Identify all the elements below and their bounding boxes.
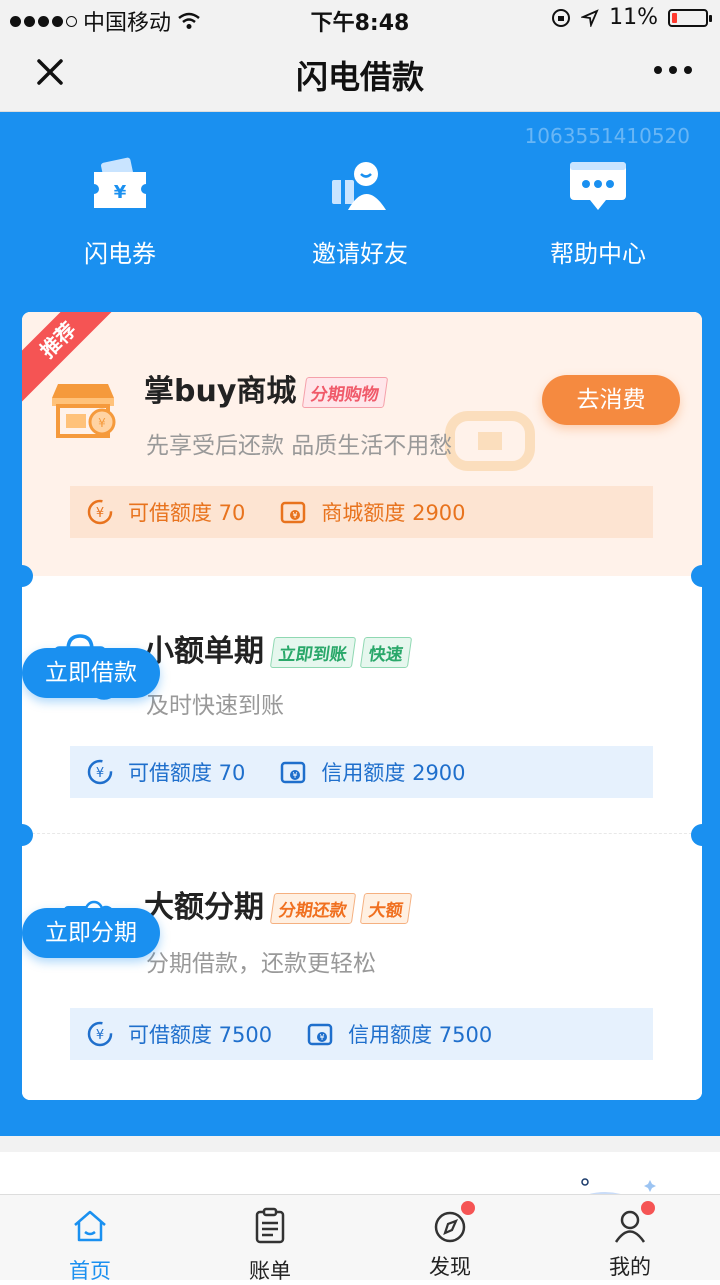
notification-dot xyxy=(461,1201,475,1215)
product-tag: 立即到账 xyxy=(269,637,357,668)
status-bar: 中国移动 下午8:48 11% xyxy=(0,0,720,36)
limit-item: ¥ 可借额度 7500 xyxy=(86,1019,272,1049)
yuan-cycle-icon: ¥ xyxy=(87,1021,113,1047)
bill-icon xyxy=(255,1207,285,1244)
product-tag: 快速 xyxy=(359,637,413,668)
limit-item: ¥ 可借额度 70 xyxy=(86,757,245,787)
tab-label: 我的 xyxy=(609,1255,651,1279)
navigation-bar: 闪电借款 xyxy=(0,36,720,112)
tab-home[interactable]: 首页 xyxy=(30,1207,150,1285)
product-large-installment: 大额分期 分期还款 大额 分期借款，还款更轻松 立即分期 ¥ 可借额度 7500 ¥… xyxy=(22,834,702,1100)
limit-item: ¥ 信用额度 7500 xyxy=(306,1019,492,1049)
card-notch xyxy=(11,565,33,587)
battery-icon xyxy=(668,8,712,27)
svg-text:¥: ¥ xyxy=(114,182,127,203)
yuan-cycle-icon: ¥ xyxy=(87,499,113,525)
location-icon xyxy=(581,8,599,27)
tab-mine[interactable]: 我的 xyxy=(570,1201,690,1281)
svg-text:¥: ¥ xyxy=(96,766,104,781)
product-tag: 分期购物 xyxy=(302,377,389,408)
svg-text:¥: ¥ xyxy=(293,511,298,520)
help-chat-icon xyxy=(570,162,626,210)
limit-strip: ¥ 可借额度 7500 ¥ 信用额度 7500 xyxy=(70,1008,653,1060)
tab-discover[interactable]: 发现 xyxy=(390,1201,510,1281)
svg-text:¥: ¥ xyxy=(320,1033,325,1042)
more-icon[interactable] xyxy=(654,66,692,74)
product-name: 掌buy商城 分期购物 xyxy=(144,366,389,410)
wallet-icon: ¥ xyxy=(307,1023,333,1046)
installment-now-button[interactable]: 立即分期 xyxy=(22,908,160,958)
product-tag: 分期还款 xyxy=(269,893,357,924)
tab-label: 首页 xyxy=(69,1259,111,1283)
svg-text:¥: ¥ xyxy=(96,1028,104,1043)
user-icon xyxy=(611,1201,655,1245)
borrow-now-button[interactable]: 立即借款 xyxy=(22,648,160,698)
watermark-logo xyxy=(445,411,535,471)
limit-strip: ¥ 可借额度 70 ¥ 商城额度 2900 xyxy=(70,486,653,538)
product-name: 小额单期 立即到账 快速 xyxy=(144,626,413,670)
product-tag: 大额 xyxy=(359,893,413,924)
consume-button[interactable]: 去消费 xyxy=(542,375,680,425)
compass-icon xyxy=(431,1201,475,1245)
limit-item: ¥ 可借额度 70 xyxy=(86,497,245,527)
page-title: 闪电借款 xyxy=(295,58,424,96)
notification-dot xyxy=(641,1201,655,1215)
product-desc: 先享受后还款 品质生活不用愁 xyxy=(146,433,453,459)
next-section-peek xyxy=(0,1136,720,1202)
svg-text:¥: ¥ xyxy=(96,506,104,521)
product-name: 大额分期 分期还款 大额 xyxy=(144,882,413,926)
limit-item: ¥ 信用额度 2900 xyxy=(279,757,466,787)
card-notch xyxy=(691,824,713,846)
home-icon xyxy=(74,1210,106,1242)
ticket-icon: ¥ xyxy=(94,157,146,208)
shortcut-label: 邀请好友 xyxy=(312,240,408,268)
card-notch xyxy=(691,565,713,587)
product-desc: 及时快速到账 xyxy=(146,693,284,719)
shortcut-label: 闪电券 xyxy=(84,240,156,268)
product-card: 推荐 ¥ 掌buy商城 分期购物 先享受后还款 品质生活不用愁 去消费 ¥ 可借额… xyxy=(22,312,702,1100)
yuan-cycle-icon: ¥ xyxy=(87,759,113,785)
product-small-loan: ¥ 小额单期立即到账快速 及时快速到账 立即借款 ¥ 可借额度 70 ¥ 信用额… xyxy=(22,576,702,834)
tab-bill[interactable]: 账单 xyxy=(210,1207,330,1285)
limit-item: ¥ 商城额度 2900 xyxy=(279,497,466,527)
battery-percent: 11% xyxy=(609,5,658,30)
shop-icon: ¥ xyxy=(52,384,116,438)
wallet-icon: ¥ xyxy=(281,761,306,784)
shortcut-coupon[interactable]: ¥ 闪电券 xyxy=(20,154,220,269)
invite-friend-icon xyxy=(332,162,386,210)
tab-label: 发现 xyxy=(429,1255,471,1279)
card-notch xyxy=(11,824,33,846)
shortcut-invite[interactable]: 邀请好友 xyxy=(260,154,460,269)
product-desc: 分期借款，还款更轻松 xyxy=(146,951,376,977)
product-mall: 推荐 ¥ 掌buy商城 分期购物 先享受后还款 品质生活不用愁 去消费 ¥ 可借额… xyxy=(22,312,702,576)
user-id: 1063551410520 xyxy=(524,124,690,148)
tab-bar: 首页 账单 发现 我的 xyxy=(0,1194,720,1283)
svg-text:¥: ¥ xyxy=(293,771,298,780)
shortcut-help[interactable]: 帮助中心 xyxy=(498,154,698,269)
wallet-icon: ¥ xyxy=(281,501,306,524)
limit-strip: ¥ 可借额度 70 ¥ 信用额度 2900 xyxy=(70,746,653,798)
tab-label: 账单 xyxy=(249,1259,291,1283)
svg-text:¥: ¥ xyxy=(98,416,106,430)
orientation-lock-icon xyxy=(552,8,571,27)
shortcut-label: 帮助中心 xyxy=(550,240,646,268)
